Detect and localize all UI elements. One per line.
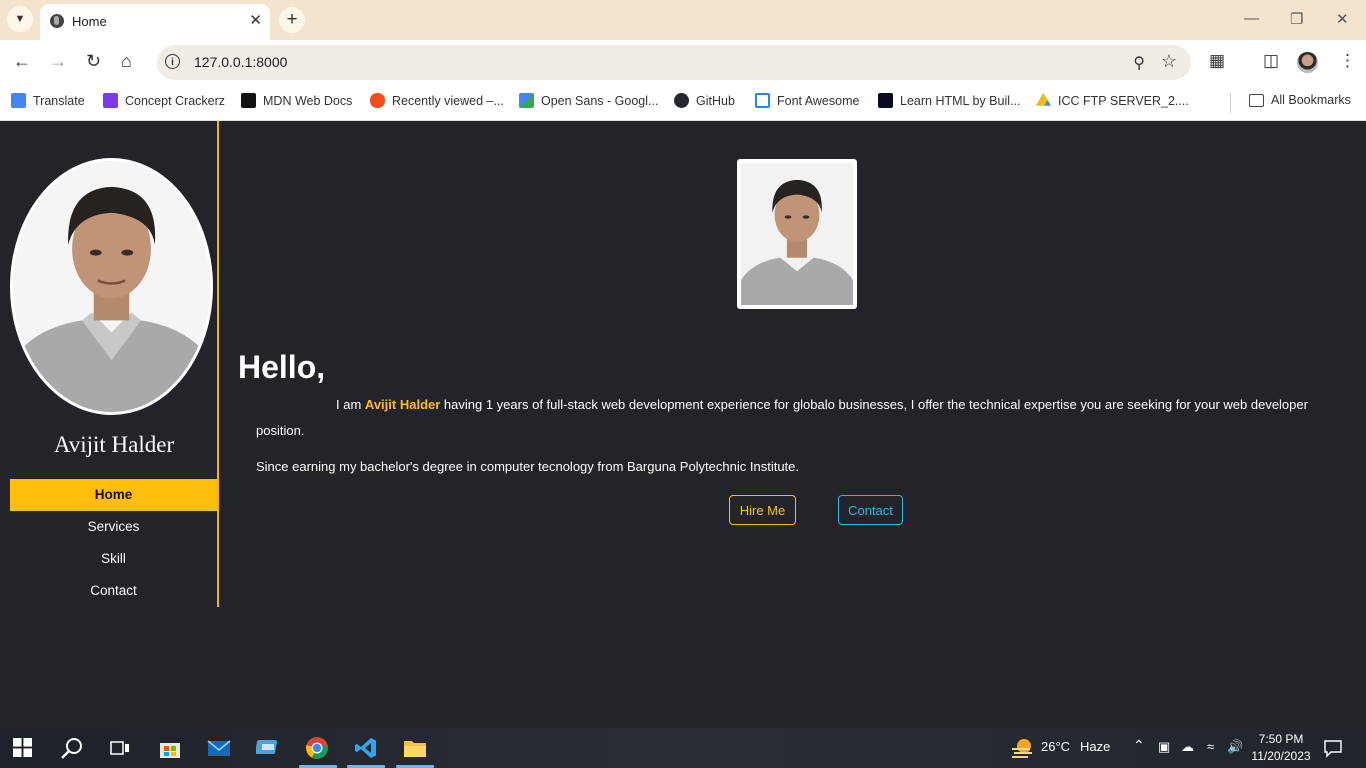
bookmark-label: Translate bbox=[33, 93, 85, 108]
degree-paragraph: Since earning my bachelor's degree in co… bbox=[256, 459, 799, 474]
bookmark-label: Font Awesome bbox=[777, 93, 860, 108]
close-icon[interactable]: ✕ bbox=[249, 11, 262, 29]
portfolio-page: Avijit Halder Home Services Skill Contac… bbox=[0, 121, 1366, 728]
bookmark-learn-html[interactable]: Learn HTML by Buil... bbox=[878, 93, 1020, 108]
intro-paragraph: I am Avijit Halder having 1 years of ful… bbox=[256, 392, 1316, 444]
file-explorer-icon[interactable] bbox=[403, 736, 427, 760]
bookmark-label: GitHub bbox=[696, 93, 735, 108]
restore-icon[interactable]: ❐ bbox=[1290, 10, 1303, 28]
profile-name: Avijit Halder bbox=[53, 432, 175, 457]
meet-now-icon[interactable]: ▣ bbox=[1158, 739, 1170, 755]
bookmark-figma[interactable]: Recently viewed –... bbox=[370, 93, 504, 108]
bookmark-label: Learn HTML by Buil... bbox=[900, 93, 1021, 108]
mdn-icon bbox=[241, 93, 256, 108]
contact-button[interactable]: Contact bbox=[838, 495, 903, 525]
minimize-icon[interactable]: — bbox=[1244, 10, 1259, 27]
nav-contact[interactable]: Contact bbox=[10, 575, 217, 607]
person-portrait bbox=[13, 161, 210, 412]
chevron-up-icon[interactable]: ⌃ bbox=[1133, 737, 1145, 754]
nav-services[interactable]: Services bbox=[10, 511, 217, 543]
tab-title: Home bbox=[72, 14, 107, 29]
bookmarks-bar: Translate Concept Crackerz MDN Web Docs … bbox=[0, 85, 1366, 121]
nav-skill[interactable]: Skill bbox=[10, 543, 217, 575]
bookmark-translate[interactable]: Translate bbox=[11, 93, 85, 108]
person-portrait-small bbox=[741, 163, 853, 305]
url-text[interactable]: 127.0.0.1:8000 bbox=[194, 54, 287, 70]
forward-arrow-icon[interactable]: → bbox=[49, 51, 67, 72]
back-arrow-icon[interactable]: ← bbox=[13, 51, 31, 72]
notifications-icon[interactable] bbox=[1323, 738, 1343, 758]
font-awesome-icon bbox=[755, 93, 770, 108]
profile-photo bbox=[10, 158, 213, 415]
site-info-icon[interactable]: i bbox=[165, 54, 180, 69]
nav-home[interactable]: Home bbox=[10, 479, 217, 511]
tab-search-dropdown-icon[interactable]: ▼ bbox=[7, 6, 33, 32]
globe-icon bbox=[50, 14, 64, 28]
window-close-icon[interactable]: ✕ bbox=[1336, 10, 1349, 28]
bookmark-icc-ftp[interactable]: ICC FTP SERVER_2.... bbox=[1036, 93, 1189, 108]
bookmark-label: Recently viewed –... bbox=[392, 93, 504, 108]
bookmark-open-sans[interactable]: Open Sans - Googl... bbox=[519, 93, 658, 108]
all-bookmarks-button[interactable]: All Bookmarks bbox=[1249, 93, 1351, 107]
chrome-icon[interactable] bbox=[305, 736, 329, 760]
task-view-icon[interactable] bbox=[108, 736, 132, 760]
bookmark-label: ICC FTP SERVER_2.... bbox=[1058, 93, 1189, 108]
onedrive-cloud-icon[interactable]: ☁ bbox=[1181, 739, 1194, 755]
hire-me-button[interactable]: Hire Me bbox=[729, 495, 796, 525]
home-icon[interactable]: ⌂ bbox=[121, 51, 132, 72]
figma-icon bbox=[370, 93, 385, 108]
greeting-heading: Hello, bbox=[238, 349, 326, 385]
windows-start-icon[interactable] bbox=[13, 738, 32, 757]
bookmark-label: MDN Web Docs bbox=[263, 93, 353, 108]
address-toolbar: ← → ↻ ⌂ i 127.0.0.1:8000 ⚲ ☆ ▦ ◫ ⋮ bbox=[0, 40, 1366, 85]
bookmark-star-icon[interactable]: ☆ bbox=[1161, 51, 1177, 72]
bookmark-label: Concept Crackerz bbox=[125, 93, 226, 108]
reload-icon[interactable]: ↻ bbox=[86, 51, 101, 72]
clock-date: 11/20/2023 bbox=[1251, 749, 1311, 763]
sidebar: Avijit Halder Home Services Skill Contac… bbox=[0, 121, 219, 607]
bookmark-github[interactable]: GitHub bbox=[674, 93, 735, 108]
intro-name: Avijit Halder bbox=[364, 397, 441, 412]
bookmark-mdn[interactable]: MDN Web Docs bbox=[241, 93, 352, 108]
new-tab-button[interactable]: + bbox=[279, 7, 305, 33]
browser-tab[interactable]: Home ✕ bbox=[40, 4, 270, 40]
zoom-icon[interactable]: ⚲ bbox=[1133, 53, 1145, 73]
system-clock[interactable]: 7:50 PM 11/20/2023 bbox=[1248, 731, 1314, 765]
google-fonts-icon bbox=[519, 93, 534, 108]
wifi-icon[interactable]: ≈ bbox=[1207, 739, 1214, 754]
menu-dots-icon[interactable]: ⋮ bbox=[1339, 51, 1356, 71]
remote-desktop-icon[interactable] bbox=[256, 736, 280, 760]
hero-photo bbox=[737, 159, 857, 309]
microsoft-store-icon[interactable] bbox=[158, 736, 182, 760]
bookmark-concept-crackerz[interactable]: Concept Crackerz bbox=[103, 93, 225, 108]
profile-avatar[interactable] bbox=[1297, 52, 1318, 73]
sidebar-nav: Home Services Skill Contact bbox=[10, 479, 217, 607]
volume-icon[interactable]: 🔊 bbox=[1227, 739, 1243, 755]
github-icon bbox=[674, 93, 689, 108]
all-bookmarks-label: All Bookmarks bbox=[1271, 93, 1351, 107]
windows-taskbar: 26°C Haze ⌃ ▣ ☁ ≈ 🔊 7:50 PM 11/20/2023 bbox=[0, 728, 1366, 768]
mail-icon[interactable] bbox=[207, 736, 231, 760]
bookmark-separator bbox=[1230, 93, 1231, 113]
freecodecamp-icon bbox=[878, 93, 893, 108]
side-panel-icon[interactable]: ◫ bbox=[1263, 51, 1279, 71]
weather-text[interactable]: Haze bbox=[1080, 739, 1110, 754]
vscode-icon[interactable] bbox=[354, 736, 378, 760]
browser-tab-bar: ▼ Home ✕ + — ❐ ✕ bbox=[0, 0, 1366, 40]
google-drive-icon bbox=[1036, 93, 1051, 106]
translate-icon bbox=[11, 93, 26, 108]
bookmark-font-awesome[interactable]: Font Awesome bbox=[755, 93, 859, 108]
intro-prefix: I am bbox=[336, 397, 362, 412]
bookmark-label: Open Sans - Googl... bbox=[541, 93, 659, 108]
haze-weather-icon[interactable] bbox=[1010, 736, 1034, 760]
temperature-text[interactable]: 26°C bbox=[1041, 739, 1070, 754]
address-bar[interactable]: i 127.0.0.1:8000 ⚲ ☆ bbox=[157, 45, 1191, 80]
extensions-icon[interactable]: ▦ bbox=[1209, 51, 1225, 71]
search-icon[interactable] bbox=[60, 736, 84, 760]
clock-time: 7:50 PM bbox=[1258, 732, 1304, 746]
concept-crackerz-icon bbox=[103, 93, 118, 108]
folder-icon bbox=[1249, 93, 1264, 107]
